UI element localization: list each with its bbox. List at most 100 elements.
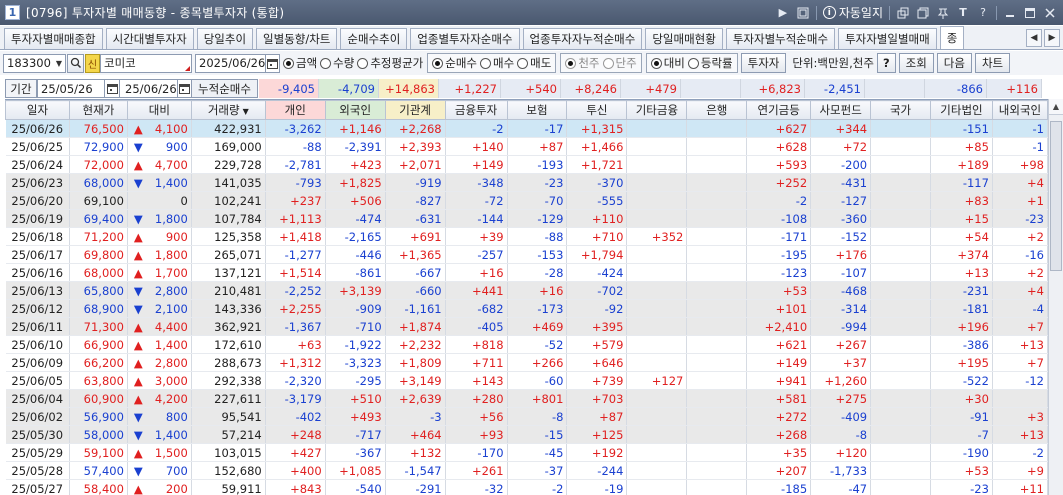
radio-change-rate[interactable]: 등락률 — [687, 55, 733, 71]
next-button[interactable]: 다음 — [936, 53, 972, 73]
scroll-thumb[interactable] — [1050, 121, 1062, 271]
table-row[interactable]: 25/05/27 58,400 ▲ 200 59,911 +843 -540 -291 -32-… — [5, 479, 1048, 495]
radio-single-shares[interactable]: 단주 — [602, 55, 637, 71]
search-button[interactable]: 조회 — [898, 53, 934, 73]
column-header[interactable]: 투신 — [566, 100, 628, 120]
column-header[interactable]: 거래량 ▼ — [190, 100, 266, 120]
pin-icon[interactable] — [936, 6, 950, 20]
table-row[interactable]: 25/06/12 68,900 ▼ 2,100 143,336 +2,255 -909 -1,… — [5, 299, 1048, 318]
tab-9[interactable]: 투자자별일별매매 — [838, 28, 937, 49]
table-row[interactable]: 25/06/04 60,900 ▲ 4,200 227,611 -3,179 +510 +2,… — [5, 389, 1048, 408]
column-header[interactable]: 현재가 — [68, 100, 128, 120]
radio-dot — [517, 57, 529, 69]
tab-5[interactable]: 업종별투자자순매수 — [410, 28, 520, 49]
radio-thousand-shares[interactable]: 천주 — [565, 55, 600, 71]
stock-code-input[interactable]: 183300 ▼ — [3, 53, 66, 73]
column-header[interactable]: 기타법인 — [929, 100, 993, 120]
tab-0[interactable]: 투자자별매매종합 — [4, 28, 103, 49]
column-header[interactable]: 국가 — [870, 100, 931, 120]
radio-sell[interactable]: 매도 — [517, 55, 551, 71]
tab-10[interactable]: 종 — [939, 26, 965, 49]
table-row[interactable]: 25/05/28 57,400 ▼ 700 152,680 +400 +1,085 -1,54… — [5, 461, 1048, 480]
table-row[interactable]: 25/06/05 63,800 ▲ 3,000 292,338 -2,320 -295 +3,… — [5, 371, 1048, 390]
table-row[interactable]: 25/06/26 76,500 ▲ 4,100 422,931 -3,262 +1,146 +… — [5, 119, 1048, 138]
vertical-scrollbar[interactable]: ▲ — [1048, 99, 1063, 495]
font-size-icon[interactable]: T — [956, 6, 970, 20]
table-row[interactable]: 25/06/18 71,200 ▲ 900 125,358 +1,418 -2,165 +69… — [5, 227, 1048, 246]
chart-button[interactable]: 차트 — [974, 53, 1011, 73]
tab-2[interactable]: 당일추이 — [196, 28, 254, 49]
scroll-up-icon[interactable]: ▲ — [1049, 99, 1063, 115]
play-icon[interactable]: ▶ — [776, 6, 790, 20]
column-header[interactable]: 내외국인 — [991, 100, 1048, 120]
table-row[interactable]: 25/06/13 65,800 ▼ 2,800 210,481 -2,252 +3,139-… — [5, 281, 1048, 300]
column-header[interactable]: 은행 — [686, 100, 748, 120]
column-header[interactable]: 기타금융 — [626, 100, 688, 120]
table-row[interactable]: 25/06/02 56,900 ▼ 800 95,541 -402 +493 -3 +56 -8 +… — [5, 407, 1048, 426]
tab-3[interactable]: 일별동향/차트 — [256, 28, 338, 49]
column-header[interactable]: 개인 — [264, 100, 326, 120]
table-row[interactable]: 25/05/29 59,100 ▲ 1,500 103,015 +427 -367 +132-… — [5, 443, 1048, 462]
calendar-icon[interactable] — [104, 80, 119, 97]
radio-compare[interactable]: 대비 — [650, 55, 685, 71]
investor-value-cell: +2,232 — [385, 335, 446, 354]
column-header-label: 기관계 — [399, 103, 431, 117]
chevron-left-icon[interactable]: ◀ — [1026, 29, 1042, 47]
tab-4[interactable]: 순매수추이 — [340, 28, 408, 49]
column-header[interactable]: 금융투자 — [444, 100, 508, 120]
column-header[interactable]: 외국인 — [324, 100, 386, 120]
calendar-icon[interactable] — [176, 80, 191, 97]
tab-8[interactable]: 투자자별누적순매수 — [725, 28, 836, 49]
investor-value-cell — [870, 137, 931, 156]
tab-1[interactable]: 시간대별투자자 — [105, 28, 194, 49]
close-icon[interactable] — [1043, 6, 1057, 20]
radio-amount[interactable]: 금액 — [283, 55, 317, 71]
stock-name-field[interactable]: 코미코 — [100, 53, 192, 73]
column-header[interactable]: 대비 — [126, 100, 192, 120]
minimize-icon[interactable] — [1003, 6, 1017, 20]
help-button[interactable]: ? — [876, 53, 896, 73]
table-row[interactable]: 25/06/17 69,800 ▲ 1,800 265,071 -1,277 -446 +1,… — [5, 245, 1048, 264]
table-row[interactable]: 25/06/24 72,000 ▲ 4,700 229,728 -2,781 +423 +2,… — [5, 155, 1048, 174]
tab-7[interactable]: 당일매매현황 — [645, 28, 723, 49]
investor-value-cell: -52 — [507, 335, 568, 354]
column-header[interactable]: 사모펀드 — [810, 100, 872, 120]
radio-estimated-avg[interactable]: 추정평균가 — [357, 55, 423, 71]
period-to-input[interactable]: 25/06/26 — [120, 79, 192, 98]
auto-journal-button[interactable]: i 자동일지 — [822, 4, 883, 21]
column-header[interactable]: 기관계 — [384, 100, 446, 120]
window-copy-icon[interactable] — [916, 6, 930, 20]
sort-down-icon[interactable]: ▼ — [243, 107, 249, 116]
help-icon[interactable]: ? — [976, 6, 990, 20]
investor-value-cell: -47 — [810, 479, 872, 495]
table-row[interactable]: 25/06/09 66,200 ▲ 2,800 288,673 +1,312 -3,323 +… — [5, 353, 1048, 372]
investor-value-cell — [626, 263, 688, 282]
table-row[interactable]: 25/06/25 72,900 ▼ 900 169,000 -88 -2,391 +2,393… — [5, 137, 1048, 156]
chevron-down-icon[interactable]: ▼ — [53, 55, 65, 72]
calendar-icon[interactable] — [265, 54, 279, 72]
link-icon[interactable] — [896, 6, 910, 20]
investor-button[interactable]: 투자자 — [740, 53, 787, 73]
divider — [996, 5, 997, 20]
table-row[interactable]: 25/06/19 69,400 ▼ 1,800 107,784 +1,113 -474 -63… — [5, 209, 1048, 228]
radio-net-buy[interactable]: 순매수 — [432, 55, 477, 71]
column-header[interactable]: 연기금등 — [746, 100, 812, 120]
column-header[interactable]: 일자 — [5, 100, 70, 120]
maximize-icon[interactable] — [1023, 6, 1037, 20]
investor-value-cell: -195 — [746, 245, 812, 264]
memo-icon[interactable] — [796, 6, 810, 20]
table-row[interactable]: 25/06/16 68,000 ▲ 1,700 137,121 +1,514 -861 -66… — [5, 263, 1048, 282]
radio-buy[interactable]: 매수 — [480, 55, 514, 71]
table-row[interactable]: 25/06/20 69,100 0 102,241 +237 +506 -827 -72 -70… — [5, 191, 1048, 210]
tab-6[interactable]: 업종투자자누적순매수 — [522, 28, 643, 49]
stock-search-button[interactable] — [67, 53, 84, 73]
table-row[interactable]: 25/05/30 58,000 ▼ 1,400 57,214 +248 -717 +464 +9… — [5, 425, 1048, 444]
chevron-right-icon[interactable]: ▶ — [1044, 29, 1060, 47]
table-row[interactable]: 25/06/11 71,300 ▲ 4,400 362,921 -1,367 -710 +1,… — [5, 317, 1048, 336]
date-input[interactable]: 2025/06/26 — [195, 53, 280, 73]
table-row[interactable]: 25/06/10 66,900 ▲ 1,400 172,610 +63 -1,922 +2,2… — [5, 335, 1048, 354]
radio-quantity[interactable]: 수량 — [320, 55, 354, 71]
column-header[interactable]: 보험 — [506, 100, 568, 120]
period-from-input[interactable]: 25/05/26 — [37, 79, 120, 98]
table-row[interactable]: 25/06/23 68,000 ▼ 1,400 141,035 -793 +1,825 -91… — [5, 173, 1048, 192]
